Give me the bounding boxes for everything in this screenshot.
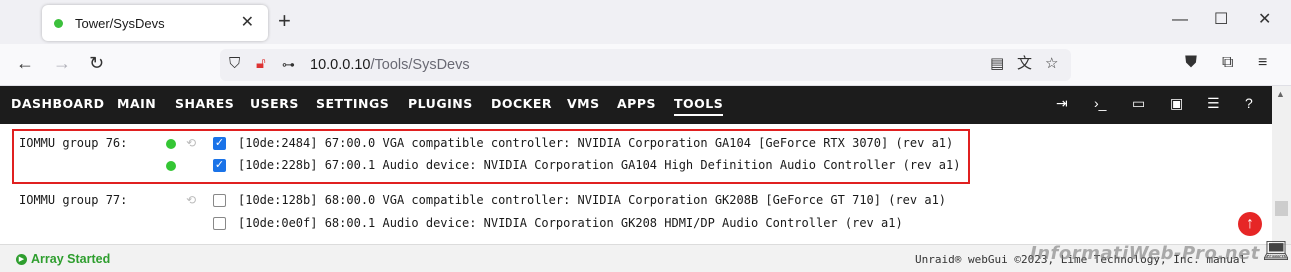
menu-tools[interactable]: TOOLS <box>674 97 724 116</box>
close-window-icon[interactable]: ✕ <box>1258 12 1271 28</box>
menu-docker[interactable]: DOCKER <box>491 97 552 111</box>
scrollbar-thumb[interactable] <box>1275 201 1288 216</box>
feedback-icon[interactable]: ▭ <box>1132 96 1145 110</box>
highlight-frame <box>12 129 970 184</box>
reload-icon[interactable]: ↻ <box>89 54 104 72</box>
device-checkbox[interactable] <box>213 194 226 207</box>
menu-settings[interactable]: SETTINGS <box>316 97 389 111</box>
menu-shares[interactable]: SHARES <box>175 97 234 111</box>
device-checkbox[interactable] <box>213 217 226 230</box>
tab-title: Tower/SysDevs <box>75 15 165 31</box>
logout-icon[interactable]: ⇥ <box>1056 96 1068 110</box>
page-scrollbar[interactable]: ▲ <box>1272 86 1291 244</box>
reader-view-icon[interactable]: ▤ <box>990 56 1004 71</box>
extensions-icon[interactable]: ⧉ <box>1222 55 1233 71</box>
browser-tab[interactable]: Tower/SysDevs ✕ <box>42 5 268 41</box>
pocket-icon[interactable]: ⛊ <box>1185 55 1197 71</box>
maximize-icon[interactable]: ☐ <box>1214 12 1228 28</box>
browser-tab-strip: Tower/SysDevs ✕ + — ☐ ✕ <box>0 0 1291 44</box>
back-icon[interactable]: ← <box>16 54 34 72</box>
system-devices-list: IOMMU group 76: ⟲ ✓ [10de:2484] 67:00.0 … <box>0 124 1272 244</box>
play-circle-icon: ▶ <box>16 253 27 265</box>
menu-apps[interactable]: APPS <box>617 97 656 111</box>
menu-dashboard[interactable]: DASHBOARD <box>11 97 105 111</box>
shield-icon[interactable]: ⛉ <box>229 56 240 71</box>
close-tab-icon[interactable]: ✕ <box>241 15 254 31</box>
unraid-menu-bar: DASHBOARD MAIN SHARES USERS SETTINGS PLU… <box>0 86 1291 124</box>
new-tab-icon[interactable]: + <box>278 10 291 32</box>
app-menu-icon[interactable]: ≡ <box>1258 55 1267 71</box>
watermark: InformatiWeb-Pro.net <box>1030 243 1260 264</box>
menu-users[interactable]: USERS <box>250 97 299 111</box>
translate-icon[interactable]: 文 <box>1017 56 1032 71</box>
laptop-logo-icon: 💻︎ <box>1262 238 1290 263</box>
rebind-icon[interactable]: ⟲ <box>186 194 196 206</box>
scroll-to-top-button[interactable]: ↑ <box>1238 212 1262 236</box>
menu-main[interactable]: MAIN <box>117 97 156 111</box>
url-bar[interactable]: ⛉ 🔓︎ ⊶ 10.0.0.10/Tools/SysDevs ▤ 文 ☆ <box>220 49 1071 81</box>
help-icon[interactable]: ? <box>1245 96 1253 110</box>
array-status: ▶ Array Started <box>16 252 110 266</box>
minimize-icon[interactable]: — <box>1172 12 1188 28</box>
array-status-label: Array Started <box>31 252 111 266</box>
url-text: 10.0.0.10/Tools/SysDevs <box>310 57 470 73</box>
device-description: [10de:0e0f] 68:00.1 Audio device: NVIDIA… <box>238 216 903 230</box>
bookmark-star-icon[interactable]: ☆ <box>1045 56 1058 71</box>
monitor-icon[interactable]: ▣ <box>1170 96 1183 110</box>
menu-vms[interactable]: VMS <box>567 97 600 111</box>
iommu-group-label: IOMMU group 77: <box>19 193 128 207</box>
favicon-dot-icon <box>54 18 63 28</box>
insecure-lock-icon[interactable]: 🔓︎ <box>256 56 266 71</box>
terminal-icon[interactable]: ›_ <box>1094 96 1106 110</box>
scroll-up-arrow-icon[interactable]: ▲ <box>1276 90 1285 99</box>
log-icon[interactable]: ☰ <box>1207 96 1220 110</box>
navigation-bar: ← → ↻ ⛉ 🔓︎ ⊶ 10.0.0.10/Tools/SysDevs ▤ 文… <box>0 44 1291 86</box>
menu-plugins[interactable]: PLUGINS <box>408 97 473 111</box>
forward-icon[interactable]: → <box>53 54 71 72</box>
device-description: [10de:128b] 68:00.0 VGA compatible contr… <box>238 193 947 207</box>
permissions-icon[interactable]: ⊶ <box>282 58 295 71</box>
